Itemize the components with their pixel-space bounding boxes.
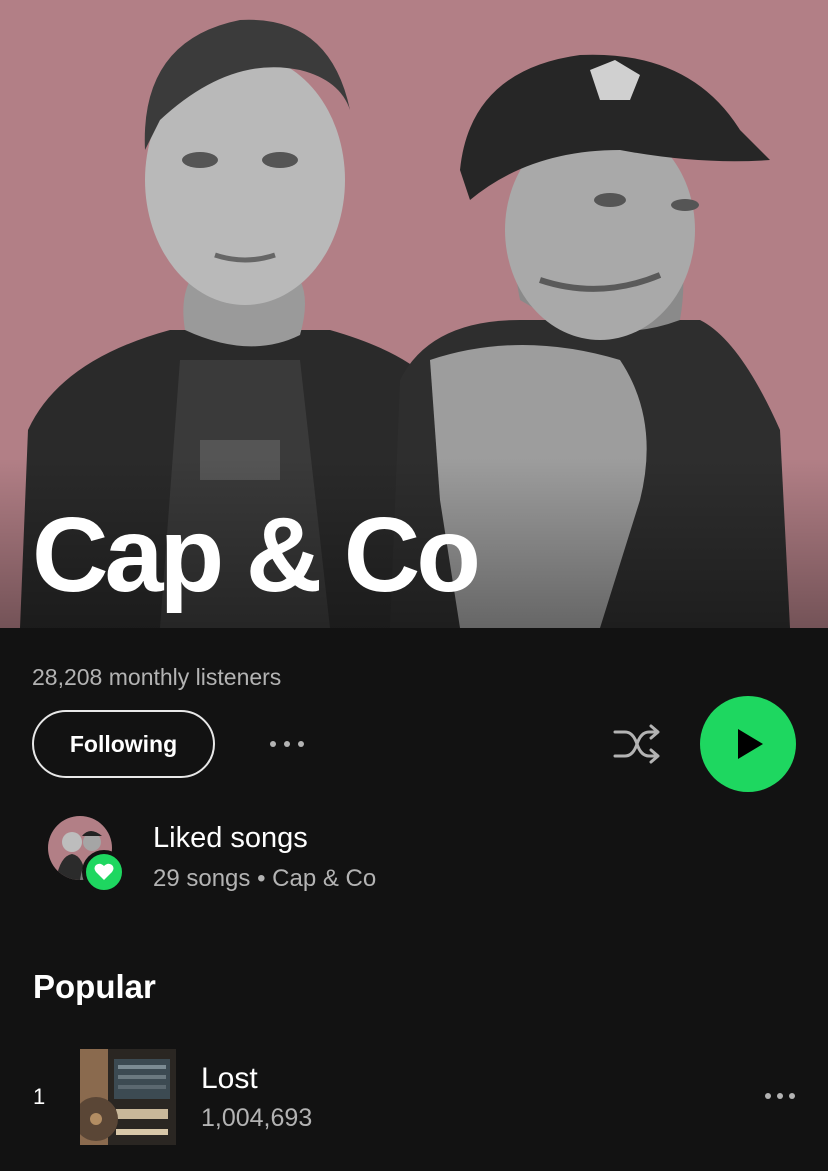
artist-hero-image: Cap & Co bbox=[0, 0, 828, 628]
monthly-listeners: 28,208 monthly listeners bbox=[32, 664, 282, 690]
track-title[interactable]: Lost bbox=[201, 1062, 258, 1096]
more-dots-icon bbox=[270, 741, 276, 747]
following-button[interactable]: Following bbox=[32, 710, 215, 778]
play-button[interactable] bbox=[700, 696, 796, 792]
liked-songs-title[interactable]: Liked songs bbox=[153, 822, 308, 855]
heart-icon bbox=[94, 863, 114, 880]
track-rank: 1 bbox=[33, 1084, 46, 1109]
play-icon bbox=[738, 729, 763, 759]
shuffle-icon bbox=[613, 724, 660, 764]
track-more-button[interactable] bbox=[760, 1086, 800, 1106]
more-dots-icon bbox=[765, 1093, 771, 1099]
popular-heading: Popular bbox=[33, 968, 156, 1005]
artist-page: Cap & Co 28,208 monthly listeners Follow… bbox=[0, 0, 828, 1171]
shuffle-button[interactable] bbox=[611, 722, 663, 766]
liked-songs-subtitle: 29 songs • Cap & Co bbox=[153, 865, 377, 892]
artist-name: Cap & Co bbox=[32, 496, 481, 614]
liked-heart-badge bbox=[82, 850, 126, 894]
album-cover bbox=[80, 1049, 176, 1145]
more-options-button[interactable] bbox=[262, 728, 312, 760]
track-play-count: 1,004,693 bbox=[201, 1104, 313, 1132]
track-artwork[interactable] bbox=[80, 1049, 176, 1145]
